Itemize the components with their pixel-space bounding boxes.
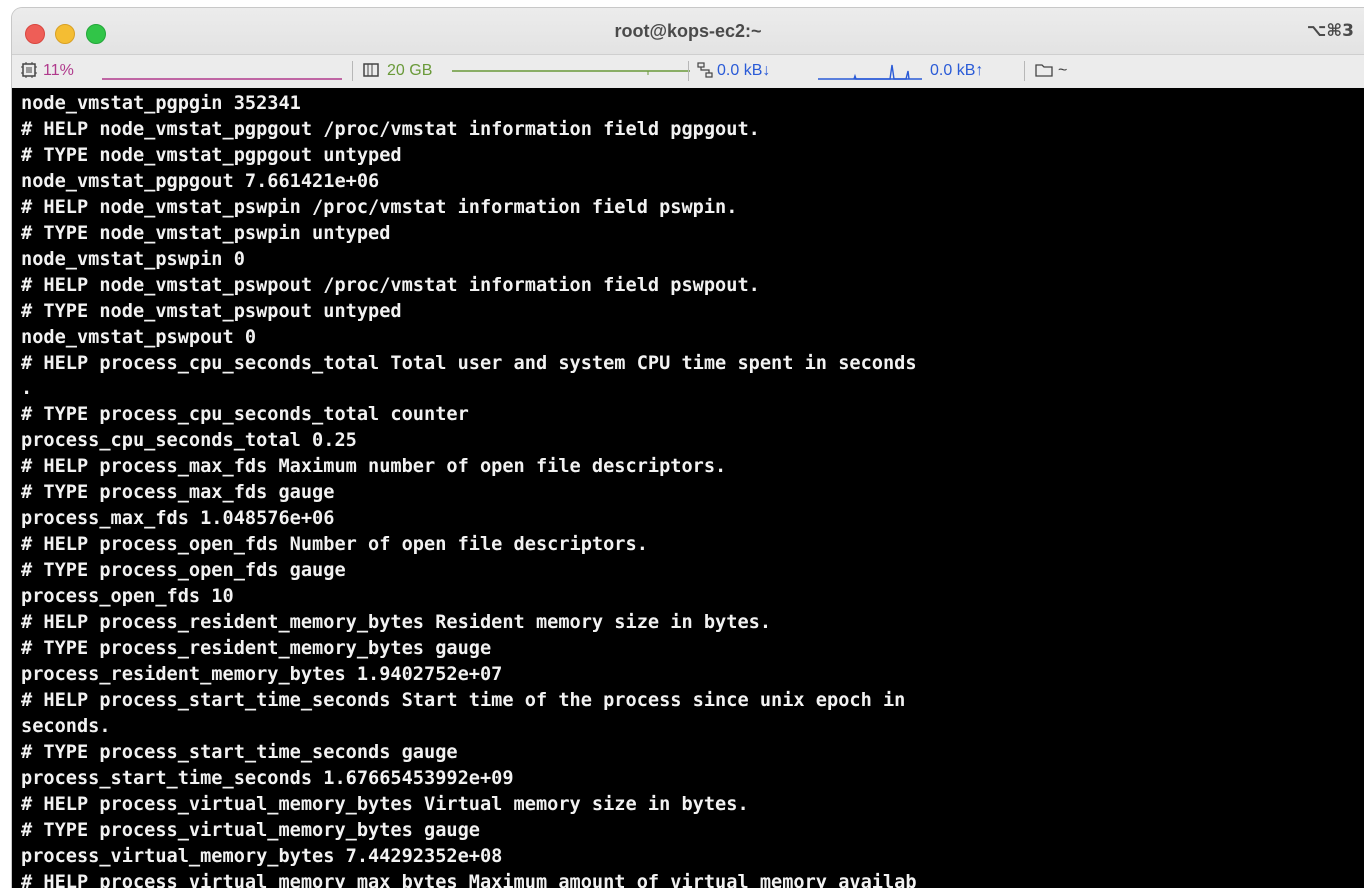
- terminal-line: # TYPE process_resident_memory_bytes gau…: [21, 638, 492, 660]
- terminal-line: # TYPE node_vmstat_pgpgout untyped: [21, 144, 402, 166]
- network-download-value: 0.0 kB↓: [717, 62, 771, 79]
- terminal-line: # TYPE process_open_fds gauge: [21, 560, 346, 582]
- memory-icon: [362, 61, 380, 81]
- terminal-line: process_resident_memory_bytes 1.9402752e…: [21, 663, 503, 685]
- terminal-line: # TYPE node_vmstat_pswpin untyped: [21, 222, 391, 244]
- terminal-line: # TYPE process_max_fds gauge: [21, 482, 335, 504]
- terminal-line: process_virtual_memory_bytes 7.44292352e…: [21, 845, 503, 867]
- terminal-line: # HELP process_resident_memory_bytes Res…: [21, 612, 772, 634]
- terminal-line: # TYPE process_virtual_memory_bytes gaug…: [21, 819, 480, 841]
- terminal-line: # HELP node_vmstat_pswpout /proc/vmstat …: [21, 274, 760, 296]
- terminal-line: # HELP node_vmstat_pswpin /proc/vmstat i…: [21, 196, 738, 218]
- status-bar: 11% 20 GB 0.0 kB↓ 0.0 kB↑ ~: [12, 55, 1364, 87]
- title-bar[interactable]: root@kops-ec2:~ ⌥⌘3: [12, 8, 1364, 55]
- cpu-icon: [20, 61, 38, 81]
- terminal-line: seconds.: [21, 715, 111, 737]
- terminal-line: # HELP process_virtual_memory_max_bytes …: [21, 871, 917, 888]
- terminal-lines: node_vmstat_pgpgin 352341 # HELP node_vms…: [21, 91, 917, 888]
- network-upload-value: 0.0 kB↑: [930, 62, 984, 79]
- memory-usage-value: 20 GB: [387, 62, 433, 79]
- terminal-window: root@kops-ec2:~ ⌥⌘3 11% 20 GB 0.0 kB↓ 0.…: [12, 8, 1364, 888]
- memory-bar: [452, 61, 690, 81]
- terminal-line: process_max_fds 1.048576e+06: [21, 508, 335, 530]
- current-directory[interactable]: ~: [1058, 61, 1067, 81]
- terminal-line: node_vmstat_pswpin 0: [21, 248, 245, 270]
- network-icon: [696, 61, 714, 81]
- terminal-line: # TYPE node_vmstat_pswpout untyped: [21, 300, 402, 322]
- terminal-output[interactable]: node_vmstat_pgpgin 352341 # HELP node_vms…: [12, 88, 1364, 888]
- terminal-line: process_open_fds 10: [21, 586, 234, 608]
- status-separator: [688, 61, 689, 81]
- terminal-line: node_vmstat_pgpgin 352341: [21, 93, 301, 114]
- terminal-line: # HELP process_start_time_seconds Start …: [21, 689, 906, 711]
- terminal-line: # HELP process_max_fds Maximum number of…: [21, 456, 727, 478]
- terminal-line: node_vmstat_pgpgout 7.661421e+06: [21, 170, 380, 192]
- terminal-line: .: [21, 378, 33, 400]
- tab-shortcut-label: ⌥⌘3: [1306, 21, 1354, 41]
- window-title: root@kops-ec2:~: [614, 21, 762, 41]
- terminal-line: # HELP process_cpu_seconds_total Total u…: [21, 352, 917, 374]
- folder-icon: [1034, 61, 1054, 81]
- terminal-line: # HELP process_virtual_memory_bytes Virt…: [21, 793, 749, 815]
- status-separator: [1024, 61, 1025, 81]
- terminal-line: # HELP node_vmstat_pgpgout /proc/vmstat …: [21, 118, 760, 140]
- terminal-line: node_vmstat_pswpout 0: [21, 326, 257, 348]
- terminal-line: process_cpu_seconds_total 0.25: [21, 430, 357, 452]
- terminal-line: # HELP process_open_fds Number of open f…: [21, 534, 648, 556]
- network-sparkline: [818, 61, 922, 81]
- terminal-line: # TYPE process_start_time_seconds gauge: [21, 741, 458, 763]
- terminal-line: # TYPE process_cpu_seconds_total counter: [21, 404, 469, 426]
- cpu-sparkline: [102, 61, 342, 81]
- status-separator: [352, 61, 353, 81]
- terminal-line: process_start_time_seconds 1.67665453992…: [21, 767, 514, 789]
- cpu-usage-value: 11%: [43, 62, 74, 79]
